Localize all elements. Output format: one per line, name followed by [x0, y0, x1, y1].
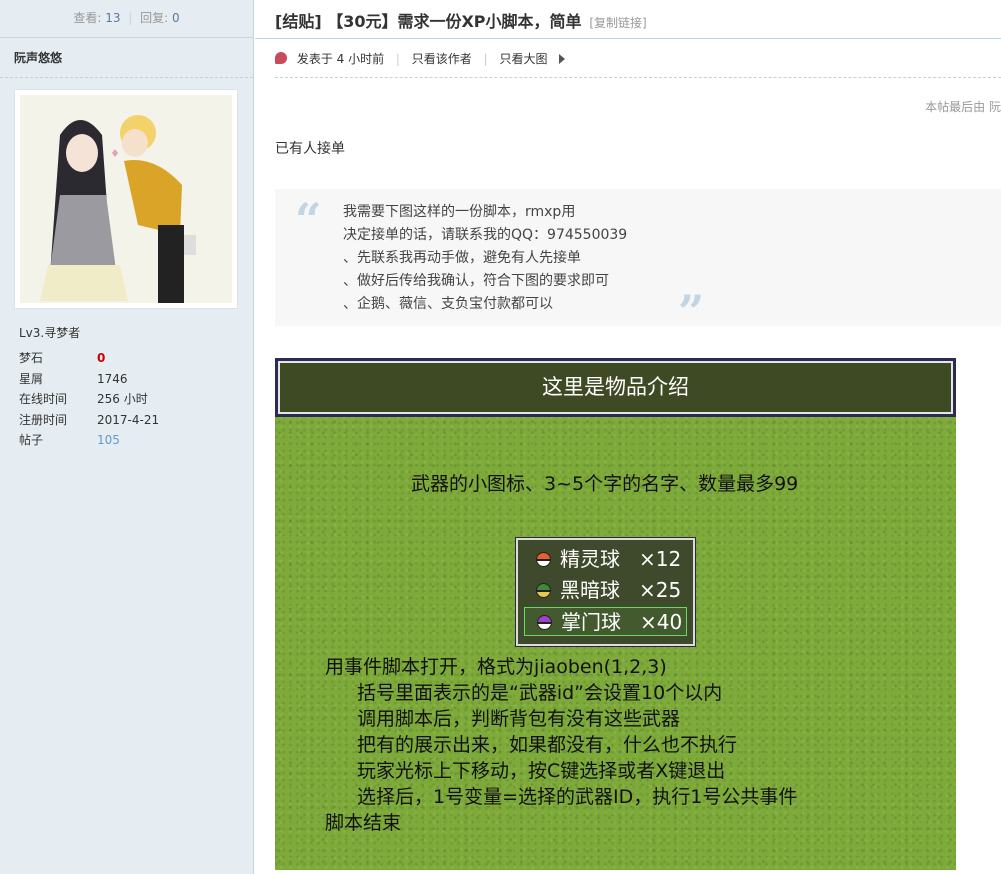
profile-row-star-dust: 星屑 1746 — [19, 369, 159, 390]
instruction-line: 玩家光标上下移动，按C键选择或者X键退出 — [357, 760, 726, 782]
profile-key: 注册时间 — [19, 412, 68, 427]
profile-key: 星屑 — [19, 371, 44, 386]
profile-row-posts: 帖子 105 — [19, 430, 159, 451]
post-meta: 发表于 4 小时前 | 只看该作者 | 只看大图 — [275, 40, 1001, 78]
instruction-line: 脚本结束 — [325, 812, 402, 834]
caret-right-icon[interactable] — [559, 54, 566, 64]
close-quote-icon: ” — [678, 285, 705, 339]
thread-stats: 查看: 13 | 回复: 0 — [0, 0, 253, 38]
profile-key: 梦石 — [19, 351, 44, 365]
avatar-illustration — [20, 95, 232, 303]
quote-line: 、做好后传给我确认，符合下图的要求即可 — [343, 273, 609, 289]
item-window: 精灵球 ×12 黑暗球 ×25 掌门球 ×40 — [516, 538, 695, 646]
only-author-link[interactable]: 只看该作者 — [412, 52, 472, 66]
online-status-icon — [275, 52, 287, 64]
taken-notice: 已有人接单 — [275, 141, 345, 157]
item-row: 精灵球 ×12 — [524, 545, 687, 574]
profile-row-register-date: 注册时间 2017-4-21 — [19, 410, 159, 431]
instruction-line: 调用脚本后，判断背包有没有这些武器 — [357, 708, 681, 730]
meta-divider: | — [483, 52, 488, 66]
quote-line: 我需要下图这样的一份脚本，rmxp用 — [343, 204, 576, 220]
avatar-frame[interactable] — [14, 89, 238, 309]
author-name[interactable]: 阮声悠悠 — [0, 38, 253, 78]
profile-value: 2017-4-21 — [97, 412, 160, 427]
meta-divider: | — [395, 52, 400, 66]
item-count: ×12 — [639, 547, 682, 571]
pokeball-icon — [536, 552, 551, 567]
quote-line: 、企鹅、薇信、支负宝付款都可以 — [343, 296, 553, 312]
game-header-window: 这里是物品介绍 — [275, 358, 956, 417]
post-time: 发表于 4 小时前 — [296, 52, 385, 66]
dusk-ball-icon — [536, 583, 551, 598]
master-ball-icon — [537, 615, 552, 630]
instruction-line: 括号里面表示的是“武器id”会设置10个以内 — [357, 682, 723, 704]
item-name: 掌门球 — [561, 610, 621, 634]
stats-divider: | — [128, 11, 133, 25]
replies-label: 回复: — [140, 11, 169, 25]
profile-row-online-time: 在线时间 256 小时 — [19, 389, 159, 410]
profile-row-dream-stone: 梦石 0 — [19, 348, 159, 369]
quote-text: 我需要下图这样的一份脚本，rmxp用 决定接单的话，请联系我的QQ：974550… — [343, 201, 627, 316]
thread-title: [结贴] 【30元】需求一份XP小脚本，简单 — [275, 12, 582, 31]
views-label: 查看: — [73, 11, 102, 25]
game-instructions: 用事件脚本打开，格式为jiaoben(1,2,3) 括号里面表示的是“武器id”… — [325, 654, 797, 836]
item-name: 黑暗球 — [560, 578, 620, 602]
profile-value: 1746 — [97, 371, 128, 386]
item-name: 精灵球 — [560, 547, 620, 571]
item-count: ×40 — [640, 610, 683, 634]
thread-title-bar: [结贴] 【30元】需求一份XP小脚本，简单 [复制链接] — [255, 0, 1001, 39]
quote-line: 决定接单的话，请联系我的QQ：974550039 — [343, 227, 628, 243]
item-row-selected: 掌门球 ×40 — [524, 607, 687, 636]
profile-value: 256 小时 — [97, 392, 148, 406]
game-description: 武器的小图标、3~5个字的名字、数量最多99 — [411, 473, 799, 495]
item-row: 黑暗球 ×25 — [524, 576, 687, 605]
copy-link-button[interactable]: [复制链接] — [589, 16, 646, 30]
instruction-line: 选择后，1号变量=选择的武器ID，执行1号公共事件 — [357, 786, 798, 808]
user-level: Lv3.寻梦者 — [19, 326, 81, 340]
item-count: ×25 — [639, 578, 682, 602]
quote-line: 、先联系我再动手做，避免有人先接单 — [343, 250, 581, 266]
last-edited-note: 本帖最后由 阮 — [925, 100, 1001, 114]
instruction-line: 把有的展示出来，如果都没有，什么也不执行 — [357, 734, 738, 756]
profile-value: 0 — [97, 351, 106, 365]
profile-key: 在线时间 — [19, 392, 68, 406]
quote-block: “ 我需要下图这样的一份脚本，rmxp用 决定接单的话，请联系我的QQ：9745… — [275, 189, 1001, 339]
post-main: [结贴] 【30元】需求一份XP小脚本，简单 [复制链接] 发表于 4 小时前 … — [255, 0, 1001, 874]
avatar[interactable] — [20, 95, 232, 303]
big-image-link[interactable]: 只看大图 — [500, 52, 548, 66]
open-quote-icon: “ — [295, 193, 322, 247]
instruction-line: 用事件脚本打开，格式为jiaoben(1,2,3) — [325, 656, 667, 678]
replies-count: 0 — [172, 11, 180, 25]
game-screenshot[interactable]: 这里是物品介绍 武器的小图标、3~5个字的名字、数量最多99 精灵球 ×12 黑… — [275, 358, 956, 870]
author-sidebar: 查看: 13 | 回复: 0 阮声悠悠 Lv3.寻梦者 梦石 0 星屑 1746… — [0, 0, 254, 874]
game-header-title: 这里是物品介绍 — [278, 361, 953, 414]
profile-stats: 梦石 0 星屑 1746 在线时间 256 小时 注册时间 2017-4-21 帖子 10… — [19, 348, 159, 451]
views-count: 13 — [105, 11, 121, 25]
posts-link[interactable]: 105 — [97, 433, 120, 447]
profile-key: 帖子 — [19, 433, 44, 447]
